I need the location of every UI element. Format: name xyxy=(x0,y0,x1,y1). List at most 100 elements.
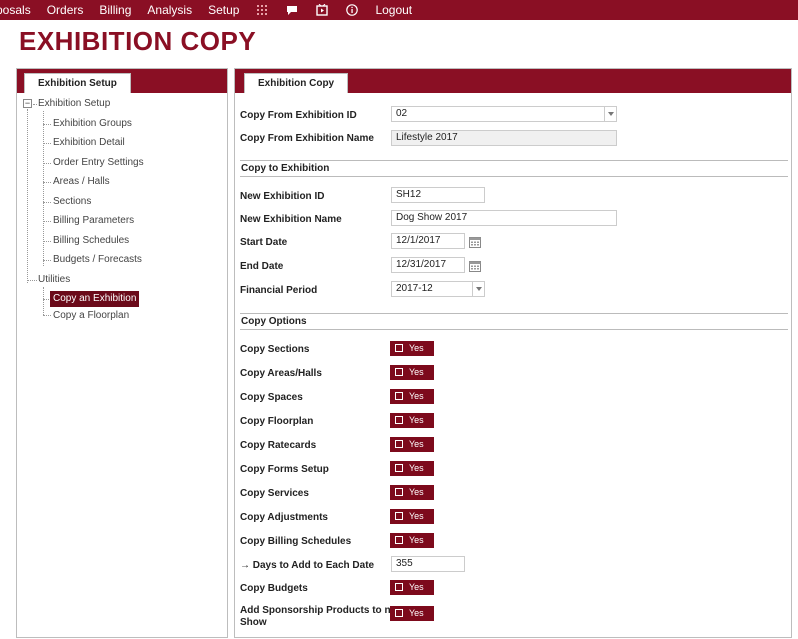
end-date-input[interactable]: 12/31/2017 xyxy=(391,257,465,273)
toggle-copy-adjustments[interactable]: Yes xyxy=(390,509,434,524)
top-nav: posals Orders Billing Analysis Setup Log… xyxy=(0,0,798,20)
toggle-copy-spaces[interactable]: Yes xyxy=(390,389,434,404)
tree-item-exhibition-setup[interactable]: Exhibition Setup xyxy=(38,97,110,111)
info-icon[interactable] xyxy=(337,0,367,20)
new-name-input[interactable]: Dog Show 2017 xyxy=(391,210,617,226)
nav-setup[interactable]: Setup xyxy=(200,0,247,20)
toggle-copy-areas-halls[interactable]: Yes xyxy=(390,365,434,380)
copy-from-id-select[interactable]: 02 xyxy=(391,106,617,122)
tree-line xyxy=(43,287,44,315)
setup-tree: − Exhibition Setup Exhibition Groups Exh… xyxy=(17,93,227,321)
tree-line xyxy=(43,260,51,261)
copy-from-id-value: 02 xyxy=(396,108,408,119)
tree-line xyxy=(43,241,51,242)
tree-item-copy-exhibition[interactable]: Copy an Exhibition xyxy=(50,291,140,307)
collapse-icon[interactable]: − xyxy=(23,99,32,108)
tree-line xyxy=(43,143,51,144)
sponsorship-label-line: Show xyxy=(240,617,267,628)
toggle-copy-ratecards[interactable]: Yes xyxy=(390,437,434,452)
tab-exhibition-setup[interactable]: Exhibition Setup xyxy=(24,73,131,93)
page-title: EXHIBITION COPY xyxy=(19,26,257,56)
tree-line xyxy=(27,280,37,281)
calendar-icon[interactable] xyxy=(469,236,481,248)
toggle-copy-services[interactable]: Yes xyxy=(390,485,434,500)
option-label: Copy Floorplan xyxy=(240,416,314,427)
calendar-icon[interactable] xyxy=(469,260,481,272)
checkbox-icon xyxy=(395,392,403,400)
sponsorship-label-line: Add Sponsorship Products to new xyxy=(240,605,404,616)
tree-line xyxy=(43,182,51,183)
new-name-label: New Exhibition Name xyxy=(240,214,342,225)
checkbox-icon xyxy=(395,583,403,591)
tree-item-billing-parameters[interactable]: Billing Parameters xyxy=(53,214,134,228)
nav-proposals[interactable]: posals xyxy=(0,0,39,20)
tree-item-sections[interactable]: Sections xyxy=(53,195,91,209)
toggle-label: Yes xyxy=(409,582,424,592)
tree-item-billing-schedules[interactable]: Billing Schedules xyxy=(53,234,129,248)
chat-icon[interactable] xyxy=(277,0,307,20)
fin-period-label: Financial Period xyxy=(240,285,318,296)
nav-analysis[interactable]: Analysis xyxy=(139,0,200,20)
chevron-down-icon[interactable] xyxy=(472,282,484,296)
option-label: Copy Ratecards xyxy=(240,440,317,451)
grid-icon[interactable] xyxy=(247,0,277,20)
tree-item-utilities[interactable]: Utilities xyxy=(38,273,70,287)
toggle-label: Yes xyxy=(409,535,424,545)
toggle-copy-budgets[interactable]: Yes xyxy=(390,580,434,595)
right-panel-header: Exhibition Copy xyxy=(235,69,791,93)
checkbox-icon xyxy=(395,368,403,376)
toggle-label: Yes xyxy=(409,391,424,401)
start-date-label: Start Date xyxy=(240,237,288,248)
section-copy-options: Copy Options xyxy=(240,313,788,330)
option-label: Copy Areas/Halls xyxy=(240,368,322,379)
end-date-label: End Date xyxy=(240,261,284,272)
section-copy-to: Copy to Exhibition xyxy=(240,160,788,177)
checkbox-icon xyxy=(395,536,403,544)
option-label: Copy Services xyxy=(240,488,309,499)
fin-period-value: 2017-12 xyxy=(396,283,433,294)
new-id-label: New Exhibition ID xyxy=(240,191,325,202)
exhibition-copy-panel: Exhibition Copy Copy From Exhibition ID … xyxy=(234,68,792,638)
toggle-label: Yes xyxy=(409,608,424,618)
new-id-input[interactable]: SH12 xyxy=(391,187,485,203)
chevron-down-icon[interactable] xyxy=(604,107,616,121)
toggle-copy-sections[interactable]: Yes xyxy=(390,341,434,356)
toggle-copy-floorplan[interactable]: Yes xyxy=(390,413,434,428)
tree-item-copy-floorplan[interactable]: Copy a Floorplan xyxy=(53,309,129,323)
toggle-label: Yes xyxy=(409,439,424,449)
tree-line xyxy=(43,202,51,203)
media-icon[interactable] xyxy=(307,0,337,20)
option-label: Copy Billing Schedules xyxy=(240,536,352,547)
toggle-copy-forms-setup[interactable]: Yes xyxy=(390,461,434,476)
left-panel-header: Exhibition Setup xyxy=(17,69,227,93)
tree-item-budgets-forecasts[interactable]: Budgets / Forecasts xyxy=(53,253,142,267)
tree-item-exhibition-detail[interactable]: Exhibition Detail xyxy=(53,136,125,150)
tree-line xyxy=(33,104,37,105)
tree-item-exhibition-groups[interactable]: Exhibition Groups xyxy=(53,117,132,131)
checkbox-icon xyxy=(395,464,403,472)
nav-billing[interactable]: Billing xyxy=(91,0,139,20)
tree-item-order-entry-settings[interactable]: Order Entry Settings xyxy=(53,156,144,170)
sponsorship-label: Add Sponsorship Products to new Show xyxy=(240,605,404,629)
days-input[interactable]: 355 xyxy=(391,556,465,572)
tree-line xyxy=(27,109,28,283)
tree-item-areas-halls[interactable]: Areas / Halls xyxy=(53,175,110,189)
tab-exhibition-copy[interactable]: Exhibition Copy xyxy=(244,73,349,93)
toggle-copy-billing-schedules[interactable]: Yes xyxy=(390,533,434,548)
toggle-label: Yes xyxy=(409,343,424,353)
nav-orders[interactable]: Orders xyxy=(39,0,92,20)
logout-link[interactable]: Logout xyxy=(367,0,420,20)
tree-line xyxy=(43,221,51,222)
fin-period-select[interactable]: 2017-12 xyxy=(391,281,485,297)
days-label: → Days to Add to Each Date xyxy=(240,560,375,571)
option-label: Copy Sections xyxy=(240,344,310,355)
toggle-label: Yes xyxy=(409,487,424,497)
toggle-sponsorship-products[interactable]: Yes xyxy=(390,606,434,621)
copy-from-id-label: Copy From Exhibition ID xyxy=(240,110,357,121)
tree-line xyxy=(43,163,51,164)
start-date-input[interactable]: 12/1/2017 xyxy=(391,233,465,249)
checkbox-icon xyxy=(395,440,403,448)
copy-from-name-field: Lifestyle 2017 xyxy=(391,130,617,146)
option-label: Copy Adjustments xyxy=(240,512,328,523)
option-label: Copy Spaces xyxy=(240,392,303,403)
